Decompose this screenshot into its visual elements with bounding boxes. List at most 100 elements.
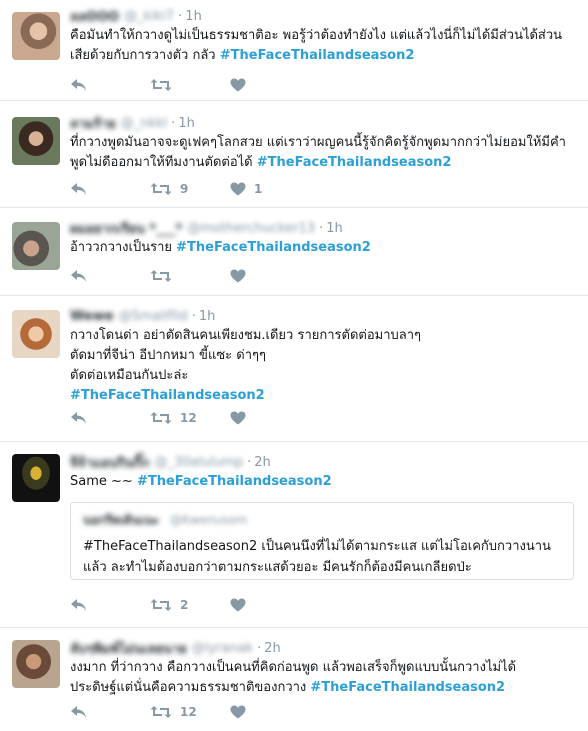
heart-icon xyxy=(230,705,246,719)
retweet-count: 9 xyxy=(180,182,189,196)
retweet-icon xyxy=(150,183,172,195)
tweet-text-body: กวางโดนด่า อย่าตัดสินคนเพียงชม.เดียว ราย… xyxy=(70,328,422,383)
user-handle[interactable]: @_nkkl xyxy=(121,116,167,131)
retweet-icon xyxy=(150,79,172,91)
tweet-text: อ้าววกวางเป็นราย #TheFaceThailandseason2 xyxy=(70,238,578,258)
user-handle[interactable]: @Smallfild xyxy=(119,309,188,324)
reply-button[interactable] xyxy=(70,411,150,425)
tweet[interactable]: ลับๆพิมพ์ไม่นเลยนาย @lyranak · 2h งงมาก … xyxy=(0,628,588,731)
display-name[interactable]: ลามร้าย xyxy=(70,113,116,134)
avatar[interactable] xyxy=(12,640,60,688)
tweet[interactable]: ลลOOO @_kiki7 · 1h คือมันทำให้กวางดูไม่เ… xyxy=(0,0,588,101)
like-button[interactable] xyxy=(230,705,254,719)
timestamp[interactable]: 1h xyxy=(326,221,343,236)
tweet[interactable]: ลามร้าย @_nkkl · 1h ที่กวางพูดมันอาจจะดู… xyxy=(0,101,588,208)
user-handle[interactable]: @lyranak xyxy=(192,641,253,656)
heart-icon xyxy=(230,182,246,196)
retweet-button[interactable] xyxy=(150,269,230,283)
avatar[interactable] xyxy=(12,454,60,502)
separator-dot: · xyxy=(319,220,324,236)
user-handle[interactable]: @motherchucker13 xyxy=(187,221,315,236)
hashtag-link[interactable]: #TheFaceThailandseason2 xyxy=(176,240,371,255)
tweet-actions: 12 xyxy=(70,701,254,723)
retweet-button[interactable]: 12 xyxy=(150,411,230,425)
like-count: 1 xyxy=(254,182,263,196)
tweet-text-body: Same ~~ xyxy=(70,474,137,489)
separator-dot: · xyxy=(247,454,252,470)
heart-icon xyxy=(230,269,246,283)
tweet-actions xyxy=(70,265,254,287)
hashtag-link[interactable]: #TheFaceThailandseason2 xyxy=(257,155,452,170)
tweet-header: จีจ้าแอบกินกิ๊ก @_30alulump · 2h xyxy=(70,452,578,472)
quoted-display-name[interactable]: นอกรีตเดินเนะ xyxy=(83,511,159,530)
reply-icon xyxy=(71,270,86,282)
separator-dot: · xyxy=(171,115,176,131)
like-button[interactable] xyxy=(230,411,254,425)
retweet-button[interactable]: 9 xyxy=(150,182,230,196)
retweet-button[interactable] xyxy=(150,78,230,92)
tweet-actions: 9 1 xyxy=(70,178,262,200)
reply-button[interactable] xyxy=(70,705,150,719)
heart-icon xyxy=(230,78,246,92)
display-name[interactable]: Wewe xyxy=(70,309,114,324)
retweet-count: 12 xyxy=(180,411,197,425)
tweet-text: Same ~~ #TheFaceThailandseason2 xyxy=(70,472,578,492)
tweet[interactable]: ผมอยากเรียน *___* @motherchucker13 · 1h … xyxy=(0,208,588,296)
reply-icon xyxy=(71,79,86,91)
retweet-icon xyxy=(150,599,172,611)
tweet-header: Wewe @Smallfild · 1h xyxy=(70,306,578,326)
like-button[interactable] xyxy=(230,269,254,283)
hashtag-link[interactable]: #TheFaceThailandseason2 xyxy=(310,680,505,695)
reply-icon xyxy=(71,412,86,424)
reply-icon xyxy=(71,706,86,718)
avatar[interactable] xyxy=(12,310,60,358)
avatar[interactable] xyxy=(12,117,60,165)
like-button[interactable] xyxy=(230,598,254,612)
tweet-actions: 12 xyxy=(70,407,254,429)
tweet-text: กวางโดนด่า อย่าตัดสินคนเพียงชม.เดียว ราย… xyxy=(70,326,578,406)
display-name[interactable]: ลับๆพิมพ์ไม่นเลยนาย xyxy=(70,638,187,659)
heart-icon xyxy=(230,598,246,612)
quoted-user-handle[interactable]: @Kwenusom xyxy=(170,513,248,527)
tweet-text: งงมาก ที่ว่ากวาง คือกวางเป็นคนที่คิดก่อน… xyxy=(70,658,578,698)
user-handle[interactable]: @_30alulump xyxy=(154,455,243,470)
hashtag-link[interactable]: #TheFaceThailandseason2 xyxy=(70,388,265,403)
tweet-header: ผมอยากเรียน *___* @motherchucker13 · 1h xyxy=(70,218,578,238)
avatar[interactable] xyxy=(12,12,60,60)
reply-button[interactable] xyxy=(70,598,150,612)
like-button[interactable]: 1 xyxy=(230,182,262,196)
reply-button[interactable] xyxy=(70,78,150,92)
heart-icon xyxy=(230,411,246,425)
timestamp[interactable]: 1h xyxy=(178,116,195,131)
retweet-count: 12 xyxy=(180,705,197,719)
user-handle[interactable]: @_kiki7 xyxy=(124,9,174,24)
tweet[interactable]: Wewe @Smallfild · 1h กวางโดนด่า อย่าตัดส… xyxy=(0,296,588,442)
retweet-button[interactable]: 2 xyxy=(150,598,230,612)
retweet-count: 2 xyxy=(180,598,189,612)
like-button[interactable] xyxy=(230,78,254,92)
tweet-header: ลามร้าย @_nkkl · 1h xyxy=(70,113,578,133)
display-name[interactable]: ผมอยากเรียน *___* xyxy=(70,218,182,239)
tweet[interactable]: จีจ้าแอบกินกิ๊ก @_30alulump · 2h Same ~~… xyxy=(0,442,588,628)
hashtag-link[interactable]: #TheFaceThailandseason2 xyxy=(137,474,332,489)
tweet-actions xyxy=(70,74,254,96)
reply-button[interactable] xyxy=(70,269,150,283)
tweet-header: ลับๆพิมพ์ไม่นเลยนาย @lyranak · 2h xyxy=(70,638,578,658)
separator-dot: · xyxy=(178,8,183,24)
quoted-tweet[interactable]: นอกรีตเดินเนะ @Kwenusom #TheFaceThailand… xyxy=(70,502,574,580)
reply-button[interactable] xyxy=(70,182,150,196)
display-name[interactable]: จีจ้าแอบกินกิ๊ก xyxy=(70,452,149,473)
avatar[interactable] xyxy=(12,222,60,270)
retweet-button[interactable]: 12 xyxy=(150,705,230,719)
display-name[interactable]: ลลOOO xyxy=(70,6,119,27)
timestamp[interactable]: 1h xyxy=(185,9,202,24)
hashtag-link[interactable]: #TheFaceThailandseason2 xyxy=(220,48,415,63)
timestamp[interactable]: 2h xyxy=(264,641,281,656)
timestamp[interactable]: 1h xyxy=(199,309,216,324)
timestamp[interactable]: 2h xyxy=(254,455,271,470)
timeline: ลลOOO @_kiki7 · 1h คือมันทำให้กวางดูไม่เ… xyxy=(0,0,588,731)
retweet-icon xyxy=(150,270,172,282)
tweet-text: ที่กวางพูดมันอาจจะดูเฟคๆโลกสวย แต่เราว่า… xyxy=(70,133,578,173)
retweet-icon xyxy=(150,706,172,718)
separator-dot: · xyxy=(191,308,196,324)
